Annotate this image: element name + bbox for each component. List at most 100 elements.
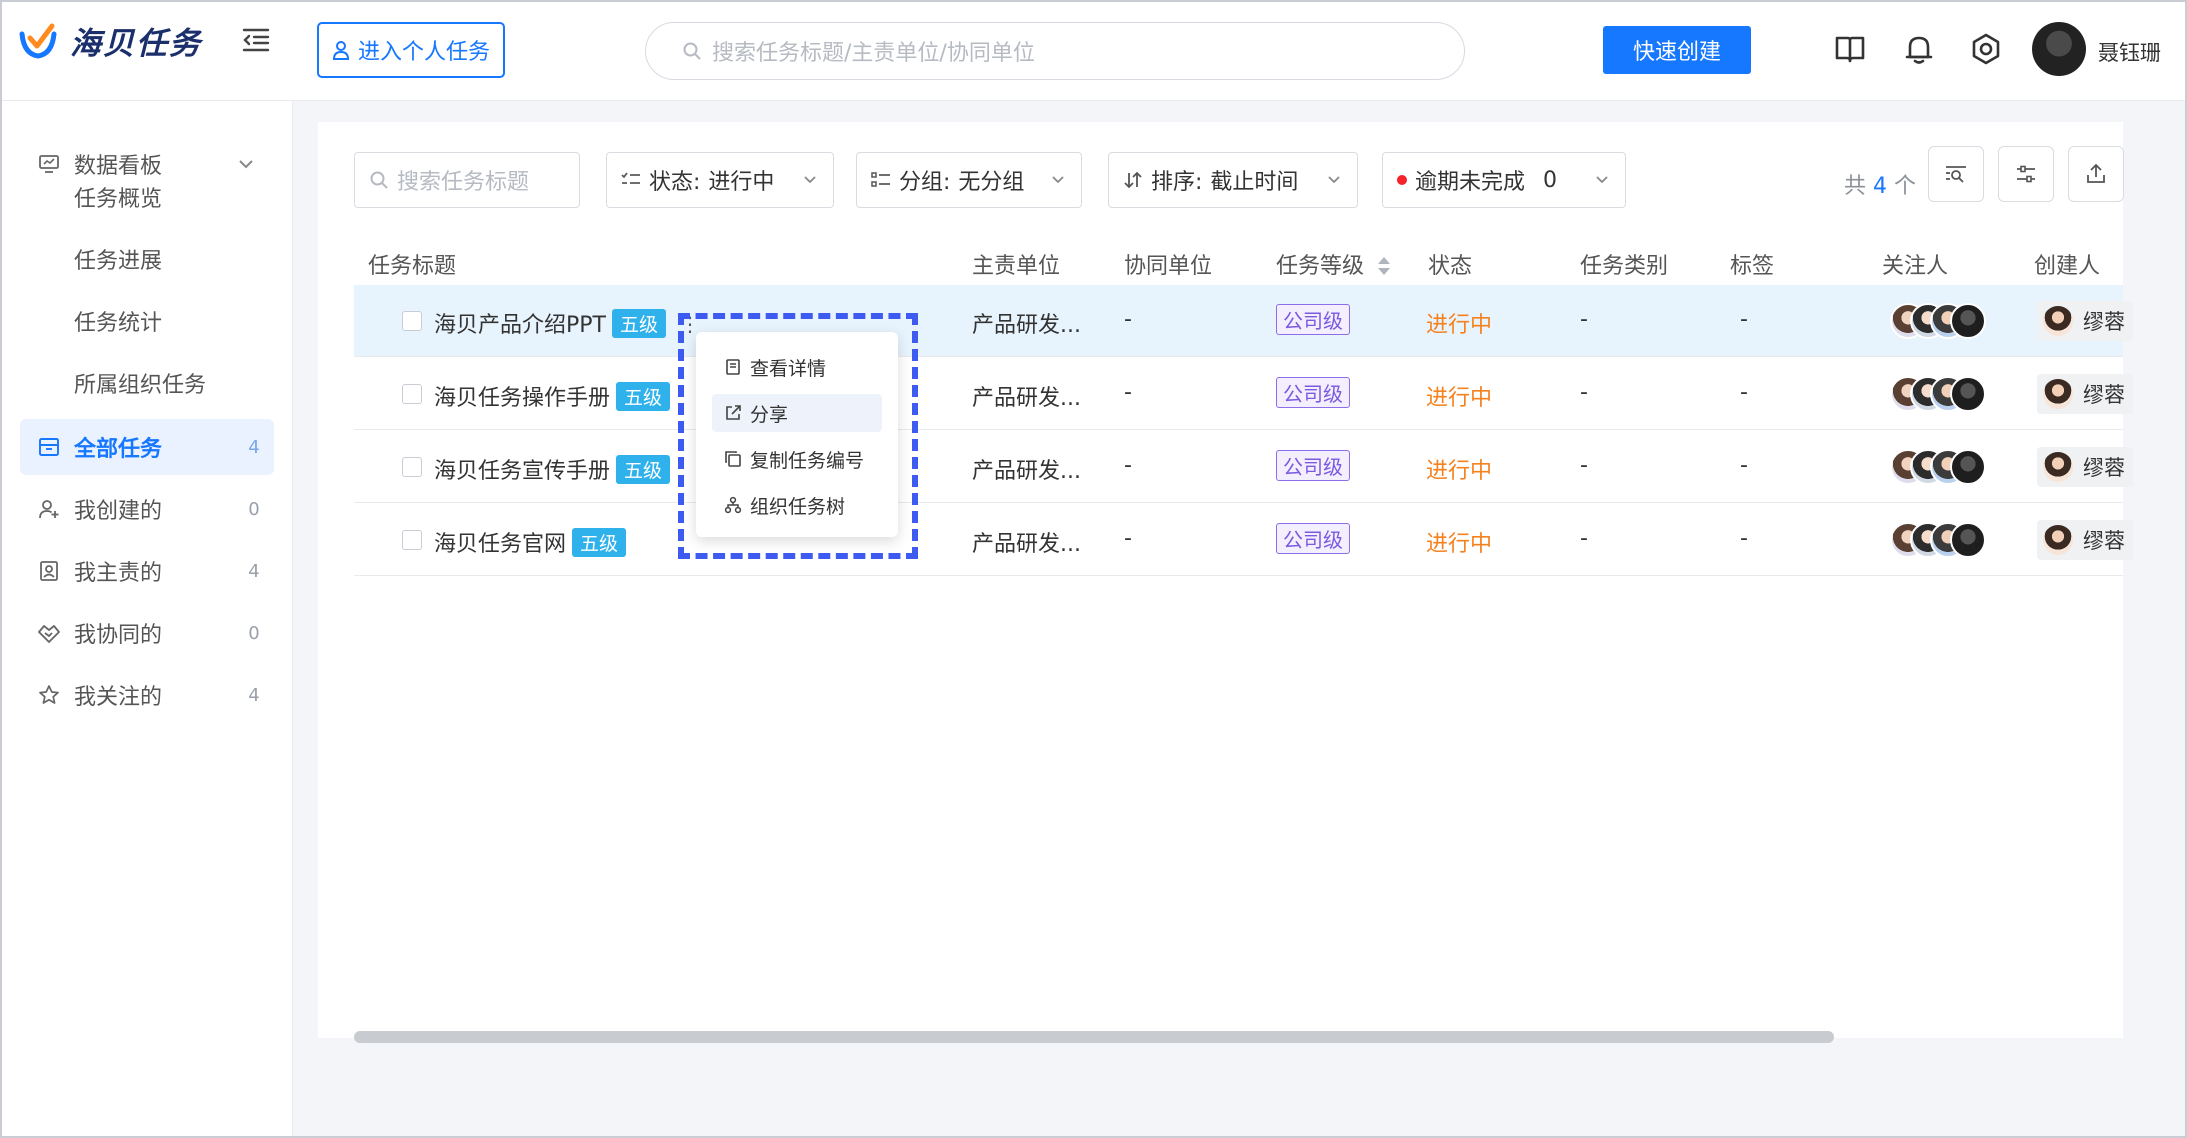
task-title-cell[interactable]: 海贝任务宣传手册 五级 xyxy=(434,453,671,485)
sidebar-item-all-tasks-label: 全部任务 xyxy=(74,437,163,462)
handshake-icon xyxy=(36,620,62,646)
tag-cell: - xyxy=(1740,380,1748,405)
table-row[interactable]: 海贝任务操作手册 五级 产品研发... - 公司级 进行中 - - 缪蓉 xyxy=(354,358,2133,430)
creator-chip[interactable]: 缪蓉 xyxy=(2037,520,2133,560)
quick-create-button[interactable]: 快速创建 xyxy=(1603,26,1751,74)
creator-chip[interactable]: 缪蓉 xyxy=(2037,301,2133,341)
task-title-cell[interactable]: 海贝任务官网 五级 xyxy=(434,526,627,558)
export-button[interactable] xyxy=(2068,146,2124,202)
column-header-category: 任务类别 xyxy=(1580,254,1669,279)
avatar xyxy=(1950,376,1986,412)
unit-cell: 产品研发... xyxy=(972,313,1081,338)
group-filter-select[interactable]: 分组: 无分组 xyxy=(856,152,1082,208)
sidebar-sub-task-statistics[interactable]: 任务统计 xyxy=(74,305,162,337)
status-cell: 进行中 xyxy=(1426,386,1493,411)
horizontal-scrollbar[interactable] xyxy=(354,1031,1834,1043)
status-cell: 进行中 xyxy=(1426,532,1493,557)
task-title-cell[interactable]: 海贝任务操作手册 五级 xyxy=(434,380,671,412)
sort-select[interactable]: 排序: 截止时间 xyxy=(1108,152,1358,208)
unit-cell: 产品研发... xyxy=(972,386,1081,411)
column-header-grade-label: 任务等级 xyxy=(1276,254,1365,279)
sidebar-item-all-tasks-count: 4 xyxy=(248,436,260,458)
followers-avatars[interactable] xyxy=(1890,376,1986,412)
sidebar-item-created-by-me[interactable]: 我创建的 0 xyxy=(20,481,274,537)
status-filter-select[interactable]: 状态: 进行中 xyxy=(606,152,834,208)
sidebar-item-owned-by-me[interactable]: 我主责的 4 xyxy=(20,543,274,599)
menu-item-share-label: 分享 xyxy=(750,403,789,426)
menu-item-copy-task-id[interactable]: 复制任务编号 xyxy=(712,440,882,478)
chevron-down-icon xyxy=(239,160,253,169)
unit-cell: 产品研发... xyxy=(972,532,1081,557)
sort-icon xyxy=(1124,171,1142,189)
bell-icon[interactable] xyxy=(1901,31,1937,67)
followers-avatars[interactable] xyxy=(1890,449,1986,485)
sliders-icon xyxy=(2017,165,2035,183)
column-header-status: 状态 xyxy=(1428,254,1473,279)
grade-tag: 公司级 xyxy=(1276,304,1350,335)
overdue-dot-icon xyxy=(1397,175,1407,185)
overdue-filter-select[interactable]: 逾期未完成 0 xyxy=(1382,152,1626,208)
user-name[interactable]: 聂钰珊 xyxy=(2098,37,2161,67)
book-icon[interactable] xyxy=(1832,31,1868,67)
tree-icon xyxy=(724,496,742,514)
chevron-down-icon xyxy=(1328,176,1340,184)
app-logo[interactable]: 海贝任务 xyxy=(18,18,202,62)
id-card-icon xyxy=(36,558,62,584)
task-title-cell[interactable]: 海贝产品介绍PPT 五级 xyxy=(434,307,666,339)
row-checkbox[interactable] xyxy=(402,530,422,550)
row-checkbox[interactable] xyxy=(402,457,422,477)
table-row[interactable]: 海贝任务官网 五级 产品研发... - 公司级 进行中 - - 缪蓉 xyxy=(354,504,2133,576)
chevron-down-icon xyxy=(1052,176,1064,184)
creator-name: 缪蓉 xyxy=(2083,456,2125,480)
row-checkbox[interactable] xyxy=(402,311,422,331)
sidebar-item-owned-by-me-label: 我主责的 xyxy=(74,561,163,586)
global-search-input[interactable]: 搜索任务标题/主责单位/协同单位 xyxy=(645,22,1465,80)
user-avatar[interactable] xyxy=(2032,22,2086,76)
sidebar-item-following-count: 4 xyxy=(248,684,260,706)
creator-chip[interactable]: 缪蓉 xyxy=(2037,447,2133,487)
enter-personal-tasks-button[interactable]: 进入个人任务 xyxy=(317,22,505,78)
task-list-panel: 搜索任务标题 状态: 进行中 分组: 无分组 排序: 截止时间 逾期未完成 0 … xyxy=(318,122,2133,1038)
enter-personal-tasks-label: 进入个人任务 xyxy=(357,40,490,65)
advanced-search-button[interactable] xyxy=(1928,146,1984,202)
creator-chip[interactable]: 缪蓉 xyxy=(2037,374,2133,414)
menu-item-org-task-tree-label: 组织任务树 xyxy=(750,495,846,518)
avatar xyxy=(1950,522,1986,558)
star-icon xyxy=(36,682,62,708)
column-header-grade[interactable]: 任务等级 xyxy=(1276,248,1391,280)
overdue-filter-label: 逾期未完成 xyxy=(1415,170,1526,195)
sidebar-sub-task-overview[interactable]: 任务概览 xyxy=(74,181,162,213)
sidebar-item-following[interactable]: 我关注的 4 xyxy=(20,667,274,723)
co-unit-cell: - xyxy=(1124,307,1132,332)
category-cell: - xyxy=(1580,307,1588,332)
avatar xyxy=(1950,303,1986,339)
monitor-icon xyxy=(36,151,62,177)
row-checkbox[interactable] xyxy=(402,384,422,404)
task-title-search-input[interactable]: 搜索任务标题 xyxy=(354,152,580,208)
sidebar: 数据看板 任务概览 任务进展 任务统计 所属组织任务 全部任务 4 我创建的 0… xyxy=(0,101,293,1138)
share-icon xyxy=(726,405,741,420)
sidebar-item-dashboard-label: 数据看板 xyxy=(74,154,163,179)
sidebar-item-collaborating[interactable]: 我协同的 0 xyxy=(20,605,274,661)
column-settings-button[interactable] xyxy=(1998,146,2054,202)
settings-icon[interactable] xyxy=(1968,31,2004,67)
tag-cell: - xyxy=(1740,453,1748,478)
followers-avatars[interactable] xyxy=(1890,303,1986,339)
grade-cell: 公司级 xyxy=(1276,523,1350,554)
sidebar-sub-task-progress[interactable]: 任务进展 xyxy=(74,243,162,275)
followers-avatars[interactable] xyxy=(1890,522,1986,558)
co-unit-cell: - xyxy=(1124,453,1132,478)
sidebar-sub-org-tasks[interactable]: 所属组织任务 xyxy=(74,367,206,399)
grade-cell: 公司级 xyxy=(1276,377,1350,408)
column-header-creator: 创建人 xyxy=(2034,254,2101,279)
menu-item-share[interactable]: 分享 xyxy=(712,394,882,432)
sidebar-item-all-tasks[interactable]: 全部任务 4 xyxy=(20,419,274,475)
collapse-sidebar-icon[interactable] xyxy=(240,24,272,56)
menu-item-org-task-tree[interactable]: 组织任务树 xyxy=(712,486,882,524)
level-tag: 五级 xyxy=(616,455,671,484)
table-row[interactable]: 海贝产品介绍PPT 五级 产品研发... - 公司级 进行中 - - 缪蓉 xyxy=(354,285,2133,357)
status-cell: 进行中 xyxy=(1426,459,1493,484)
menu-item-view-details[interactable]: 查看详情 xyxy=(712,348,882,386)
task-title: 海贝任务宣传手册 xyxy=(434,459,611,484)
table-row[interactable]: 海贝任务宣传手册 五级 产品研发... - 公司级 进行中 - - 缪蓉 xyxy=(354,431,2133,503)
